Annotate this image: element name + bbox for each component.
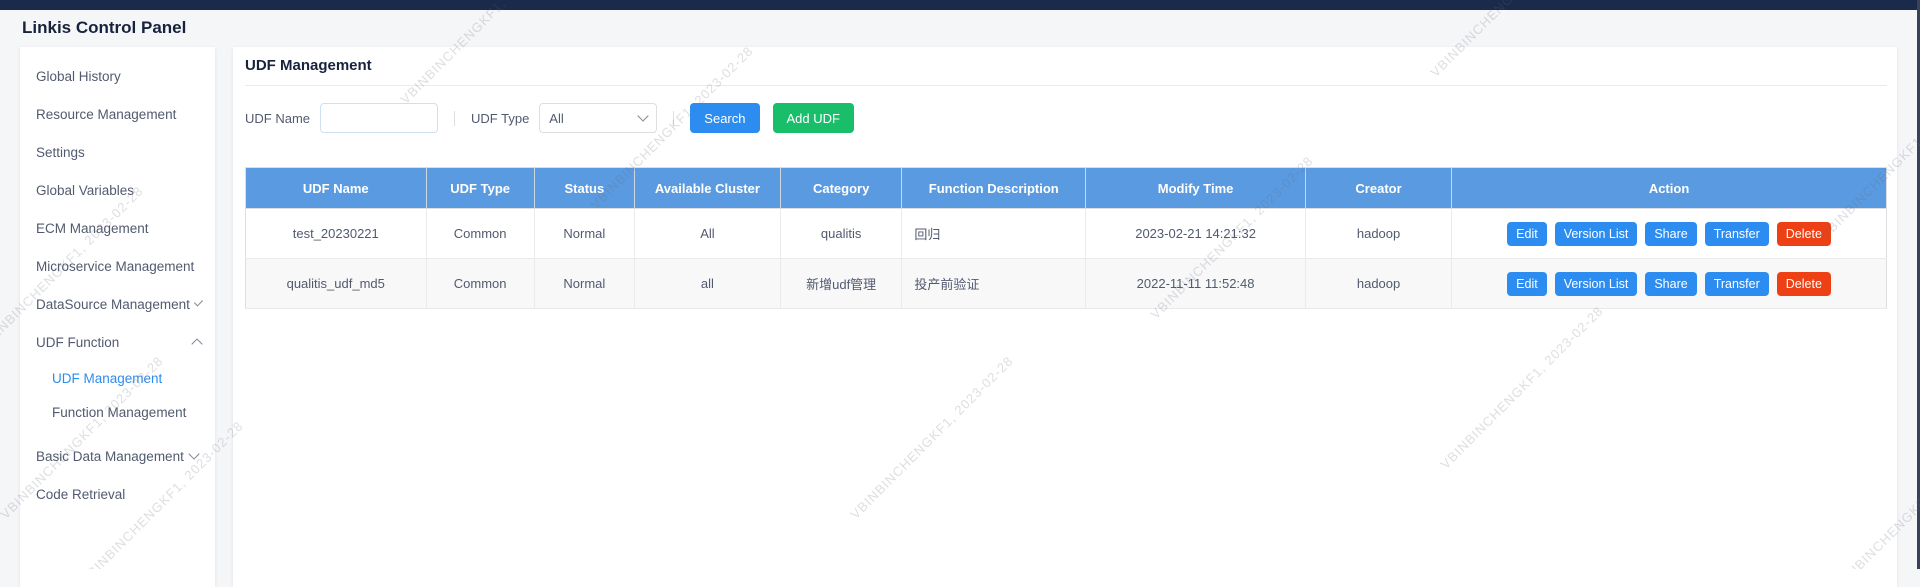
filter-bar: UDF Name UDF Type All Search Add UDF <box>245 103 1887 133</box>
column-header-udf-type: UDF Type <box>426 168 534 209</box>
sidebar-item-code-retrieval[interactable]: Code Retrieval <box>20 475 215 513</box>
vertical-divider <box>454 111 455 126</box>
sidebar-item-label: DataSource Management <box>36 297 190 312</box>
sidebar-item-label: Function Management <box>52 405 186 420</box>
cell-creator: hadoop <box>1306 259 1452 309</box>
cell-status: Normal <box>534 259 634 309</box>
sidebar-item-label: UDF Management <box>52 371 162 386</box>
add-udf-button[interactable]: Add UDF <box>773 103 854 133</box>
udf-name-input[interactable] <box>320 103 438 133</box>
search-button[interactable]: Search <box>690 103 759 133</box>
cell-status: Normal <box>534 209 634 259</box>
app-title: Linkis Control Panel <box>22 18 186 38</box>
version-list-button[interactable]: Version List <box>1555 272 1638 296</box>
sidebar-item-udf-management[interactable]: UDF Management <box>20 361 215 395</box>
page-title: UDF Management <box>245 55 1887 77</box>
edit-button[interactable]: Edit <box>1507 272 1547 296</box>
column-header-status: Status <box>534 168 634 209</box>
sidebar-item-label: ECM Management <box>36 221 149 236</box>
chevron-down-icon <box>194 297 203 306</box>
sidebar-item-udf-function[interactable]: UDF Function <box>20 323 215 361</box>
edit-button[interactable]: Edit <box>1507 222 1547 246</box>
sidebar-item-ecm-management[interactable]: ECM Management <box>20 209 215 247</box>
transfer-button[interactable]: Transfer <box>1705 272 1769 296</box>
sidebar-item-datasource-management[interactable]: DataSource Management <box>20 285 215 323</box>
cell-udf-name: qualitis_udf_md5 <box>246 259 427 309</box>
cell-category: qualitis <box>780 209 901 259</box>
delete-button[interactable]: Delete <box>1777 222 1831 246</box>
udf-name-label: UDF Name <box>245 111 310 126</box>
sidebar-item-settings[interactable]: Settings <box>20 133 215 171</box>
sidebar-item-basic-data-management[interactable]: Basic Data Management <box>20 437 215 475</box>
column-header-function-description: Function Description <box>902 168 1086 209</box>
udf-table: UDF Name UDF Type Status Available Clust… <box>245 167 1887 309</box>
cell-creator: hadoop <box>1306 209 1452 259</box>
title-divider <box>245 85 1887 86</box>
version-list-button[interactable]: Version List <box>1555 222 1638 246</box>
sidebar: Global History Resource Management Setti… <box>20 47 215 587</box>
column-header-category: Category <box>780 168 901 209</box>
sidebar-item-label: UDF Function <box>36 335 119 350</box>
sidebar-item-function-management[interactable]: Function Management <box>20 395 215 429</box>
udf-type-selected-value: All <box>549 111 563 126</box>
column-header-creator: Creator <box>1306 168 1452 209</box>
udf-type-label: UDF Type <box>471 111 529 126</box>
cell-function-description: 回归 <box>902 209 1086 259</box>
cell-available-cluster: All <box>634 209 780 259</box>
sidebar-item-label: Resource Management <box>36 107 176 122</box>
column-header-modify-time: Modify Time <box>1086 168 1306 209</box>
sidebar-item-label: Code Retrieval <box>36 487 125 502</box>
table-header-row: UDF Name UDF Type Status Available Clust… <box>246 168 1887 209</box>
sidebar-item-label: Global Variables <box>36 183 134 198</box>
cell-udf-type: Common <box>426 259 534 309</box>
udf-type-select[interactable]: All <box>539 103 657 133</box>
content-panel: UDF Management UDF Name UDF Type All Sea… <box>233 47 1897 587</box>
sidebar-item-label: Global History <box>36 69 121 84</box>
cell-udf-type: Common <box>426 209 534 259</box>
cell-category: 新增udf管理 <box>780 259 901 309</box>
chevron-down-icon <box>638 110 649 121</box>
sidebar-item-label: Settings <box>36 145 85 160</box>
sidebar-item-label: Microservice Management <box>36 259 194 274</box>
cell-modify-time: 2023-02-21 14:21:32 <box>1086 209 1306 259</box>
column-header-available-cluster: Available Cluster <box>634 168 780 209</box>
cell-function-description: 投产前验证 <box>902 259 1086 309</box>
transfer-button[interactable]: Transfer <box>1705 222 1769 246</box>
column-header-action: Action <box>1452 168 1887 209</box>
sidebar-item-global-variables[interactable]: Global Variables <box>20 171 215 209</box>
delete-button[interactable]: Delete <box>1777 272 1831 296</box>
sidebar-item-resource-management[interactable]: Resource Management <box>20 95 215 133</box>
vertical-divider <box>673 111 674 126</box>
cell-actions: Edit Version List Share Transfer Delete <box>1452 209 1887 259</box>
cell-actions: Edit Version List Share Transfer Delete <box>1452 259 1887 309</box>
udf-function-submenu: UDF Management Function Management <box>20 361 215 429</box>
sidebar-item-label: Basic Data Management <box>36 449 184 464</box>
sidebar-item-microservice-management[interactable]: Microservice Management <box>20 247 215 285</box>
table-row: test_20230221 Common Normal All qualitis… <box>246 209 1887 259</box>
top-bar <box>0 0 1920 10</box>
share-button[interactable]: Share <box>1645 272 1696 296</box>
cell-udf-name: test_20230221 <box>246 209 427 259</box>
cell-modify-time: 2022-11-11 11:52:48 <box>1086 259 1306 309</box>
sidebar-item-global-history[interactable]: Global History <box>20 57 215 95</box>
table-row: qualitis_udf_md5 Common Normal all 新增udf… <box>246 259 1887 309</box>
chevron-up-icon <box>191 338 202 349</box>
chevron-down-icon <box>188 448 199 459</box>
share-button[interactable]: Share <box>1645 222 1696 246</box>
column-header-udf-name: UDF Name <box>246 168 427 209</box>
cell-available-cluster: all <box>634 259 780 309</box>
